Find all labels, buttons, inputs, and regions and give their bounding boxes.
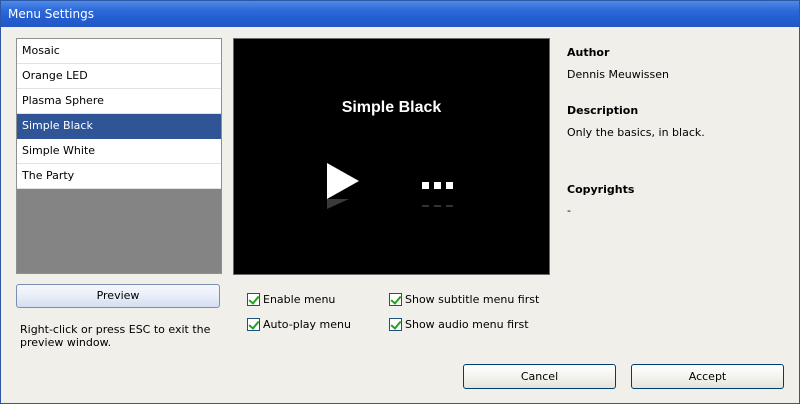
auto-play-menu-checkbox[interactable]: Auto-play menu	[247, 318, 351, 332]
enable-menu-checkbox[interactable]: Enable menu	[247, 293, 335, 307]
skin-list-item[interactable]: Simple White	[17, 139, 221, 164]
show-subtitle-menu-first-checkbox[interactable]: Show subtitle menu first	[389, 293, 539, 307]
skin-list-item-selected[interactable]: Simple Black	[17, 114, 221, 139]
preview-button[interactable]: Preview	[16, 284, 220, 308]
skin-list-item[interactable]: Orange LED	[17, 64, 221, 89]
checkbox-checked-icon[interactable]	[389, 293, 402, 306]
cancel-button[interactable]: Cancel	[463, 364, 616, 389]
skin-list-item[interactable]: The Party	[17, 164, 221, 189]
copyrights-value: -	[567, 204, 571, 217]
menu-settings-dialog: Menu Settings Mosaic Orange LED Plasma S…	[0, 0, 800, 404]
show-audio-menu-first-checkbox[interactable]: Show audio menu first	[389, 318, 529, 332]
copyrights-label: Copyrights	[567, 183, 635, 196]
checkbox-checked-icon[interactable]	[247, 318, 260, 331]
author-value: Dennis Meuwissen	[567, 68, 669, 81]
accept-button[interactable]: Accept	[631, 364, 784, 389]
skin-list-item[interactable]: Mosaic	[17, 39, 221, 64]
skin-list-item[interactable]: Plasma Sphere	[17, 89, 221, 114]
preview-hint-text: Right-click or press ESC to exit the pre…	[20, 323, 211, 349]
dialog-body: Mosaic Orange LED Plasma Sphere Simple B…	[1, 27, 799, 403]
checkbox-checked-icon[interactable]	[389, 318, 402, 331]
window-title: Menu Settings	[8, 7, 94, 21]
play-icon	[327, 163, 359, 199]
menu-preview-image: Simple Black	[233, 38, 550, 275]
description-value: Only the basics, in black.	[567, 126, 705, 139]
title-bar[interactable]: Menu Settings	[1, 1, 799, 27]
menu-skin-list[interactable]: Mosaic Orange LED Plasma Sphere Simple B…	[16, 38, 222, 274]
description-label: Description	[567, 104, 639, 117]
author-label: Author	[567, 46, 610, 59]
checkbox-checked-icon[interactable]	[247, 293, 260, 306]
auto-play-menu-label[interactable]: Auto-play menu	[263, 318, 351, 331]
show-audio-menu-first-label[interactable]: Show audio menu first	[405, 318, 529, 331]
enable-menu-label[interactable]: Enable menu	[263, 293, 335, 306]
more-dots-icon	[422, 179, 458, 189]
play-icon-reflection	[327, 199, 349, 209]
preview-menu-title: Simple Black	[341, 99, 442, 116]
more-dots-icon-reflection	[422, 205, 458, 207]
show-subtitle-menu-first-label[interactable]: Show subtitle menu first	[405, 293, 539, 306]
